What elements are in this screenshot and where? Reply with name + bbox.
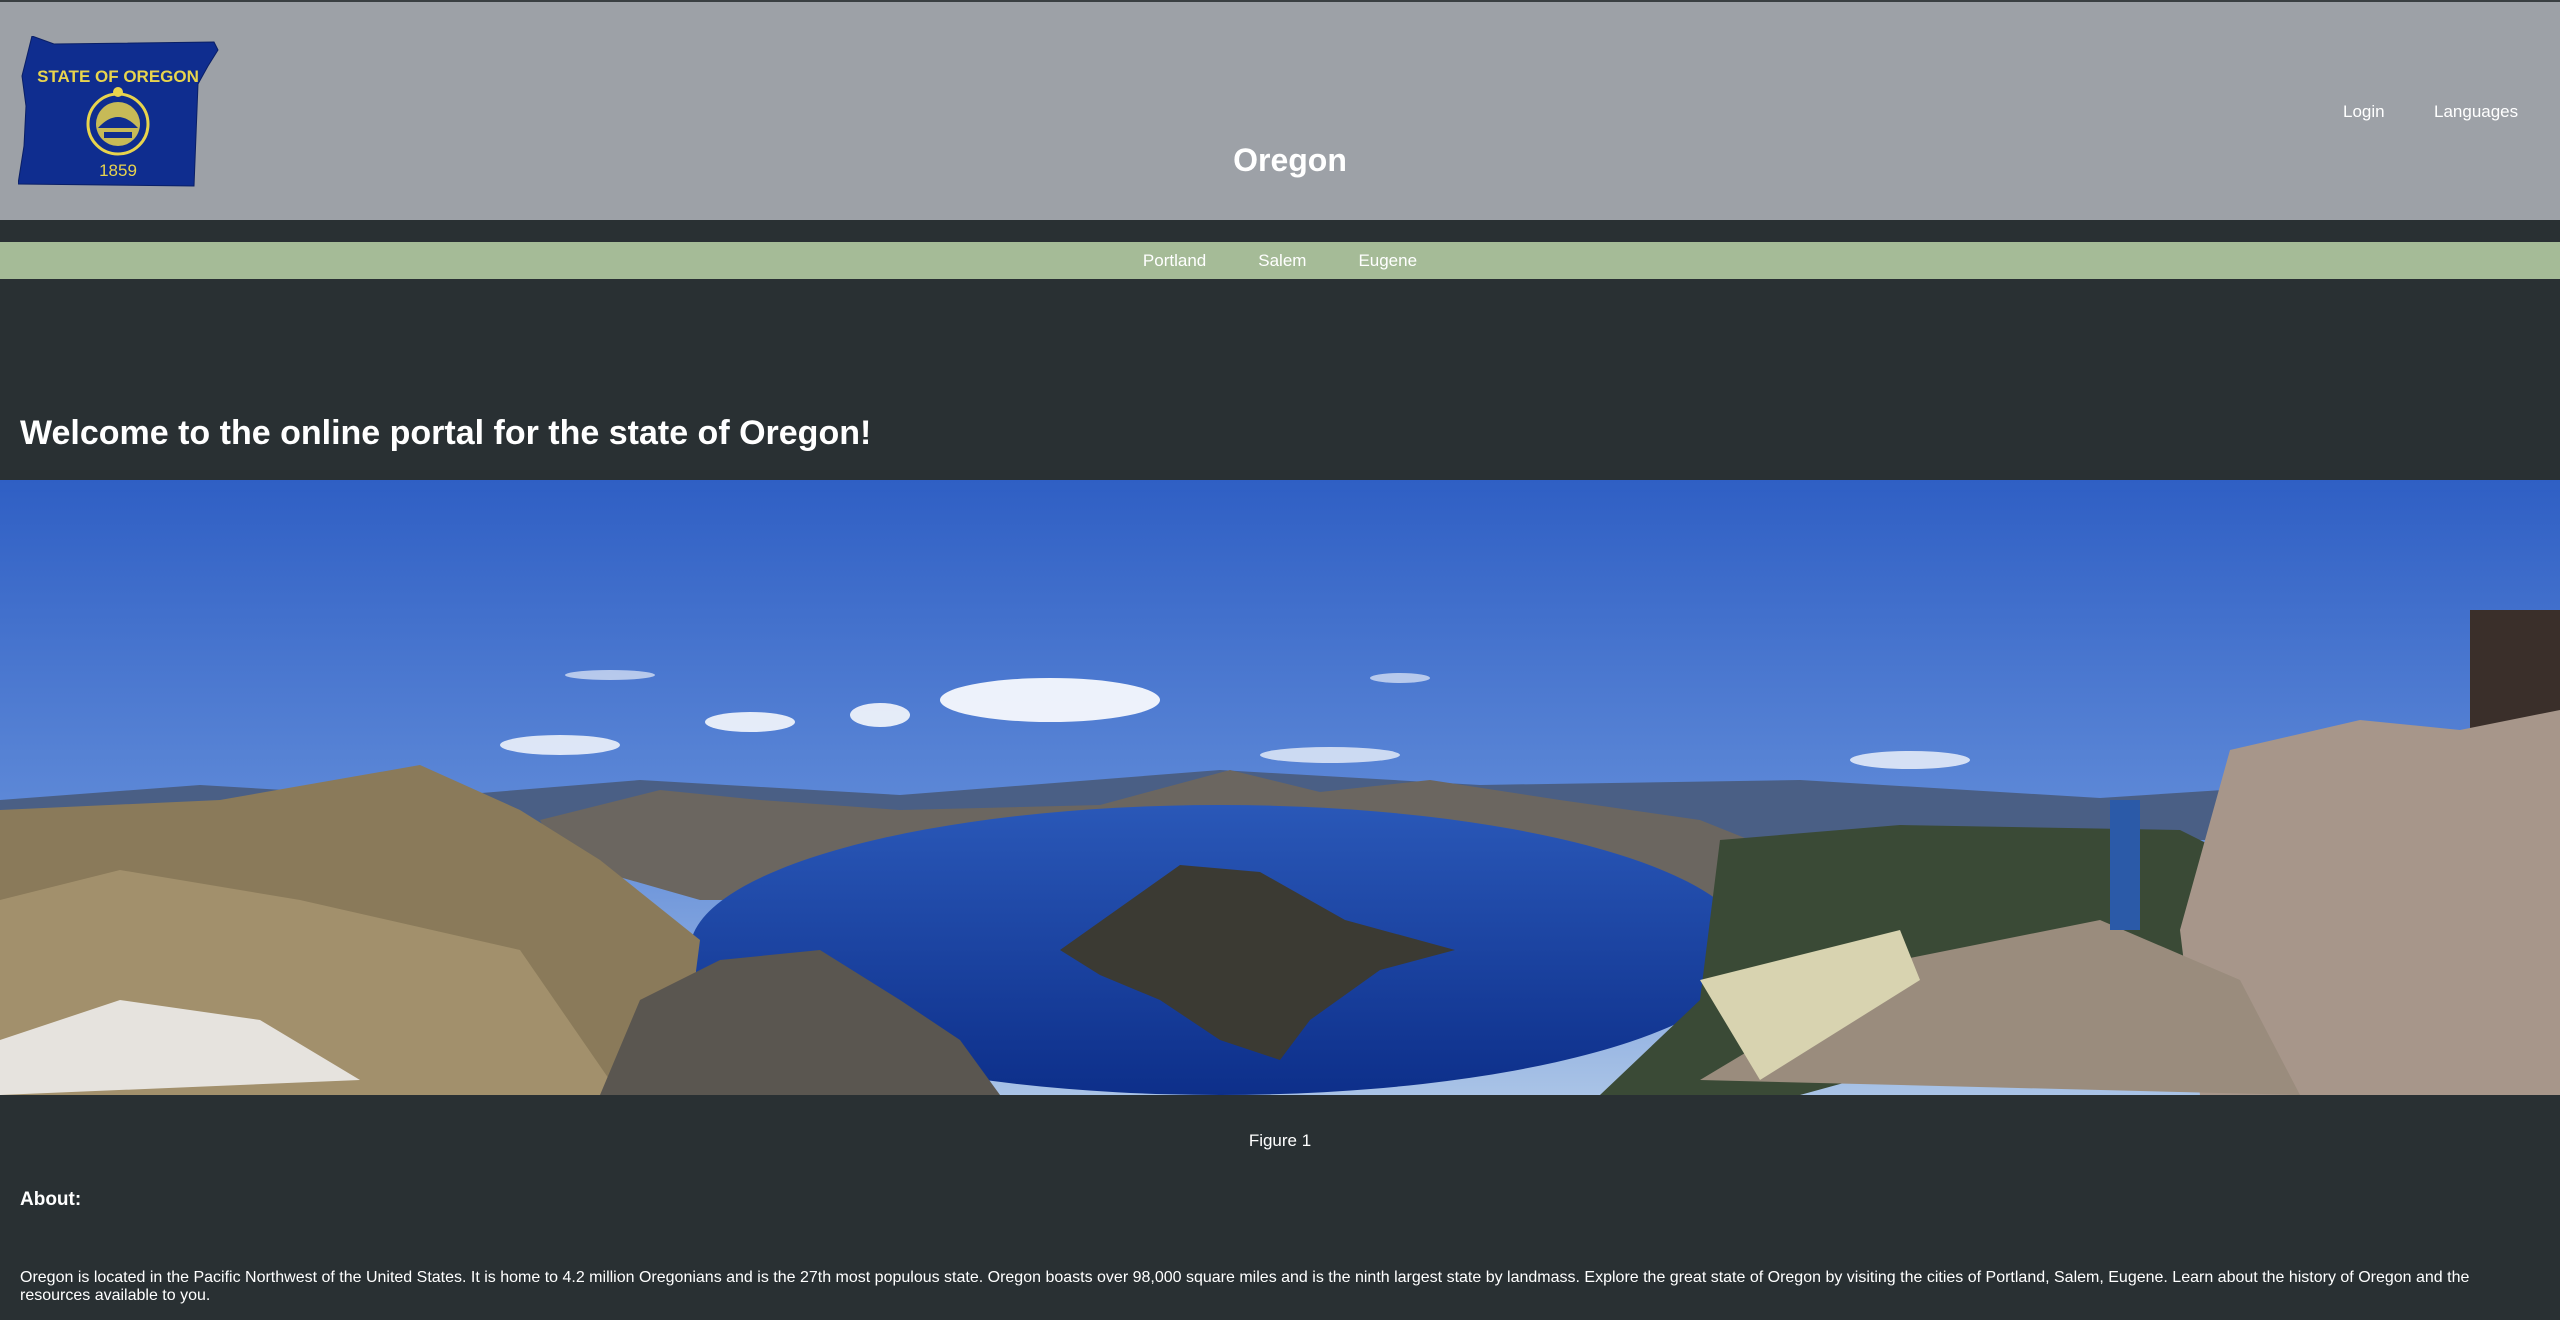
site-header: STATE OF OREGON 1859 Oregon Login Langua… bbox=[0, 0, 2560, 220]
login-link[interactable]: Login bbox=[2343, 102, 2385, 122]
crater-lake-panorama-image bbox=[0, 480, 2560, 1095]
about-heading: About: bbox=[20, 1189, 82, 1210]
about-paragraph: Oregon is located in the Pacific Northwe… bbox=[20, 1269, 2470, 1304]
languages-link[interactable]: Languages bbox=[2434, 102, 2518, 122]
oregon-flag-logo[interactable]: STATE OF OREGON 1859 bbox=[18, 36, 223, 188]
nav-link-eugene[interactable]: Eugene bbox=[1358, 251, 1417, 271]
figure-caption: Figure 1 bbox=[1248, 1131, 1312, 1150]
logo-caption-top: STATE OF OREGON bbox=[37, 67, 199, 86]
nav-link-salem[interactable]: Salem bbox=[1258, 251, 1306, 271]
page-title: Oregon bbox=[1233, 142, 1347, 178]
nav-link-portland[interactable]: Portland bbox=[1143, 251, 1206, 271]
welcome-heading: Welcome to the online portal for the sta… bbox=[20, 414, 872, 452]
logo-caption-bottom: 1859 bbox=[99, 161, 137, 180]
city-nav-bar: Portland Salem Eugene bbox=[0, 242, 2560, 279]
